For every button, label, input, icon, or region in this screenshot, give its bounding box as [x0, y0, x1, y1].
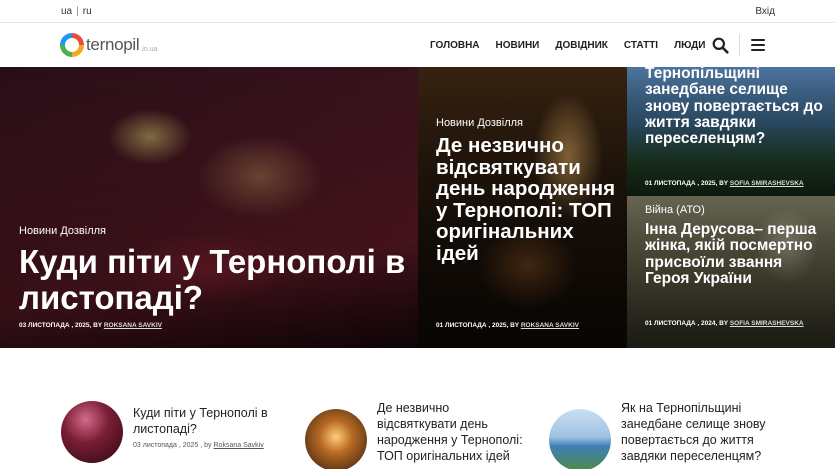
hero-card-bottom-right[interactable]: Війна (АТО) Інна Дерусова– перша жінка, … — [627, 196, 835, 348]
nav-item-people[interactable]: ЛЮДИ — [674, 40, 705, 51]
nav-item-news[interactable]: НОВИНИ — [496, 40, 540, 51]
article-meta: 01 ЛИСТОПАДА , 2024, BY SOFIA SMIRASHEVS… — [645, 320, 804, 327]
article-meta: 01 ЛИСТОПАДА , 2025, BY ROKSANA SAVKIV — [436, 322, 579, 329]
article-thumbnail[interactable] — [549, 409, 611, 469]
hero-card-main[interactable]: Новини Дозвілля Куди піти у Тернополі в … — [0, 67, 418, 348]
top-bar: ua | ru Вхід — [0, 0, 835, 23]
logo-text: ternopil — [86, 35, 140, 54]
nav-item-home[interactable]: ГОЛОВНА — [430, 40, 480, 51]
search-icon[interactable] — [712, 37, 729, 54]
article-title[interactable]: Де незвично відсвяткувати день народженн… — [436, 135, 621, 264]
list-item-meta: 03 листопада , 2025 , by Roksana Savkiv — [133, 442, 264, 449]
nav-item-articles[interactable]: СТАТТІ — [624, 40, 658, 51]
article-date: 03 листопада , 2025 , by — [133, 442, 212, 449]
hero-card-middle[interactable]: Новини Дозвілля Де незвично відсвяткуват… — [418, 67, 627, 348]
article-date: 01 ЛИСТОПАДА , 2024, BY — [645, 320, 728, 327]
article-title[interactable]: Тернопільщині занедбане селище знову пов… — [645, 67, 830, 147]
login-link[interactable]: Вхід — [755, 6, 775, 17]
language-switcher: ua | ru — [61, 6, 92, 17]
lang-ua-link[interactable]: ua — [61, 6, 72, 17]
article-thumbnail[interactable] — [305, 409, 367, 469]
article-meta: 01 ЛИСТОПАДА , 2025, BY SOFIA SMIRASHEVS… — [645, 180, 804, 187]
main-nav: ГОЛОВНА НОВИНИ ДОВІДНИК СТАТТІ ЛЮДИ — [430, 40, 721, 51]
lang-separator: | — [76, 6, 79, 17]
list-item-title[interactable]: Де незвично відсвяткувати день народженн… — [377, 400, 532, 464]
category-label[interactable]: Новини Дозвілля — [436, 117, 523, 129]
hamburger-menu-icon[interactable] — [751, 39, 765, 52]
site-logo[interactable]: ternopil .in.ua — [60, 32, 157, 58]
lang-ru-link[interactable]: ru — [83, 6, 92, 17]
article-date: 01 ЛИСТОПАДА , 2025, BY — [436, 322, 519, 329]
site-header: ternopil .in.ua ГОЛОВНА НОВИНИ ДОВІДНИК … — [0, 24, 835, 67]
category-label[interactable]: Новини Дозвілля — [19, 225, 106, 237]
author-link[interactable]: SOFIA SMIRASHEVSKA — [730, 320, 804, 327]
category-label[interactable]: Війна (АТО) — [645, 204, 705, 216]
author-link[interactable]: ROKSANA SAVKIV — [521, 322, 579, 329]
hero-grid: Новини Дозвілля Куди піти у Тернополі в … — [0, 67, 835, 348]
author-link[interactable]: ROKSANA SAVKIV — [104, 322, 162, 329]
article-meta: 03 ЛИСТОПАДА , 2025, BY ROKSANA SAVKIV — [19, 322, 162, 329]
author-link[interactable]: Roksana Savkiv — [214, 442, 264, 449]
author-link[interactable]: SOFIA SMIRASHEVSKA — [730, 180, 804, 187]
article-title[interactable]: Куди піти у Тернополі в листопаді? — [19, 243, 409, 317]
article-title[interactable]: Інна Дерусова– перша жінка, якій посмерт… — [645, 221, 830, 287]
article-date: 01 ЛИСТОПАДА , 2025, BY — [645, 180, 728, 187]
article-date: 03 ЛИСТОПАДА , 2025, BY — [19, 322, 102, 329]
logo-mark-icon — [60, 33, 84, 57]
hero-card-top-right[interactable]: Тернопільщині занедбане селище знову пов… — [627, 67, 835, 196]
list-item-title[interactable]: Куди піти у Тернополі в листопаді? — [133, 405, 288, 437]
header-divider — [739, 34, 740, 56]
nav-item-directory[interactable]: ДОВІДНИК — [555, 40, 608, 51]
list-item-title[interactable]: Як на Тернопільщині занедбане селище зно… — [621, 400, 776, 464]
logo-tld: .in.ua — [140, 45, 158, 53]
article-thumbnail[interactable] — [61, 401, 123, 463]
